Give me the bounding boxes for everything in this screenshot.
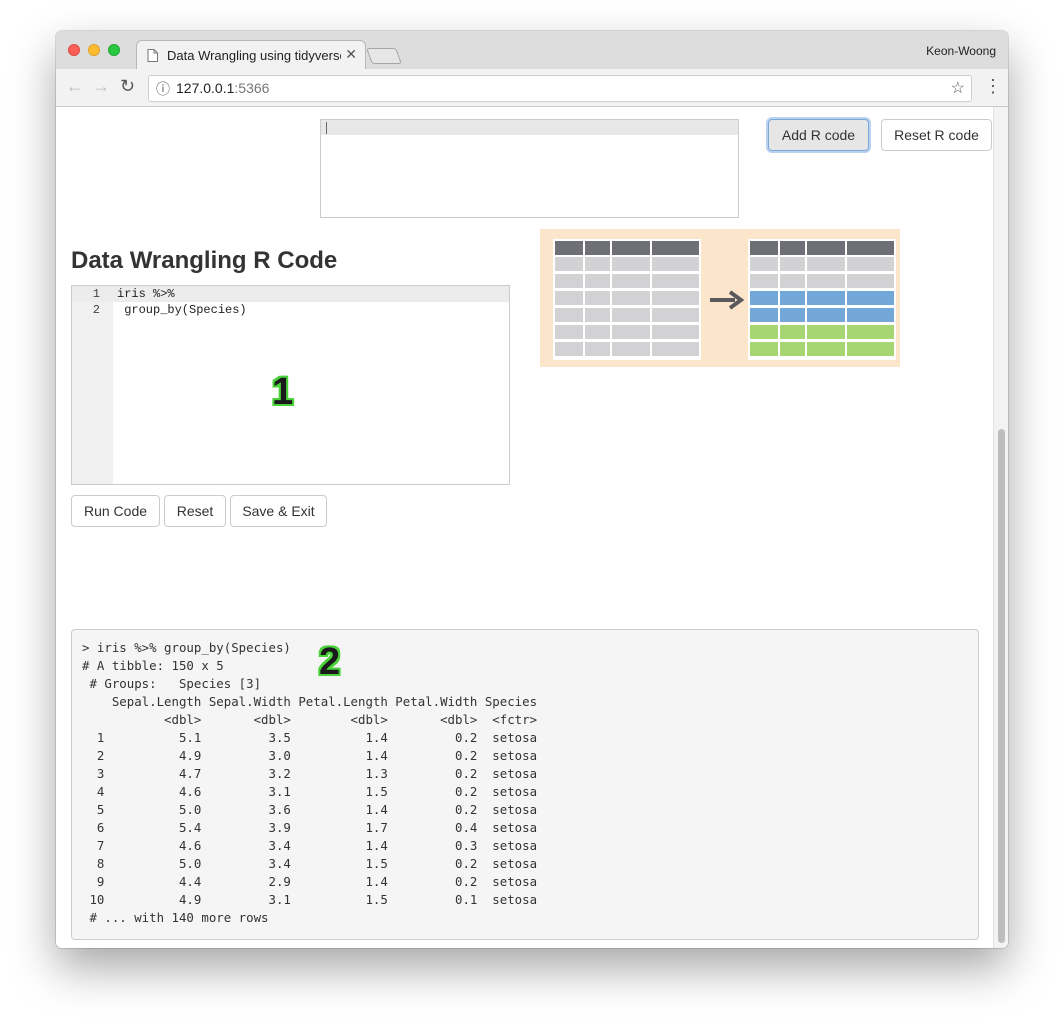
r-code-input-editor[interactable]	[320, 119, 739, 218]
text-cursor	[326, 122, 327, 134]
scrollbar-thumb[interactable]	[998, 429, 1005, 943]
annotation-number-2: 2	[319, 641, 341, 683]
tab-title: Data Wrangling using tidyverse	[167, 48, 341, 63]
browser-window: Data Wrangling using tidyverse ✕ Keon-Wo…	[56, 31, 1008, 948]
browser-tab[interactable]: Data Wrangling using tidyverse ✕	[136, 40, 366, 70]
page-content: Add R code Reset R code Data Wrangling R…	[56, 107, 1008, 948]
arrow-right-icon	[710, 290, 745, 310]
url-text[interactable]: 127.0.0.1:5366	[176, 80, 269, 96]
annotation-number-1: 1	[272, 371, 294, 413]
console-output-text: > iris %>% group_by(Species) # A tibble:…	[82, 640, 538, 925]
reset-button[interactable]: Reset	[164, 495, 226, 527]
page-title: Data Wrangling R Code	[71, 247, 338, 274]
url-host: 127.0.0.1	[176, 80, 235, 96]
code-text: iris %>%	[117, 287, 175, 301]
group-by-illustration	[540, 229, 900, 367]
add-r-code-button[interactable]: Add R code	[768, 119, 869, 151]
page-icon	[147, 49, 158, 62]
code-line[interactable]: 2 group_by(Species)	[72, 302, 509, 318]
bookmark-star-icon[interactable]: ☆	[951, 78, 965, 98]
new-tab-button[interactable]	[366, 48, 402, 64]
group-by-diagram	[553, 239, 896, 360]
zoom-window-button[interactable]	[108, 44, 120, 56]
run-code-button[interactable]: Run Code	[71, 495, 160, 527]
vertical-scrollbar[interactable]	[993, 107, 1008, 948]
code-line[interactable]: 1 iris %>%	[72, 286, 509, 302]
back-icon[interactable]: ←	[66, 76, 84, 97]
url-port: :5366	[234, 80, 270, 96]
title-bar: Data Wrangling using tidyverse ✕ Keon-Wo…	[56, 31, 1008, 70]
reset-r-code-button[interactable]: Reset R code	[881, 119, 992, 151]
reload-icon[interactable]: ↻	[120, 76, 135, 97]
close-tab-icon[interactable]: ✕	[345, 46, 357, 63]
save-exit-button[interactable]: Save & Exit	[230, 495, 327, 527]
minimize-window-button[interactable]	[88, 44, 100, 56]
close-window-button[interactable]	[68, 44, 80, 56]
line-number: 1	[92, 287, 100, 301]
profile-name[interactable]: Keon-Woong	[926, 44, 996, 58]
forward-icon[interactable]: →	[92, 76, 110, 97]
menu-icon[interactable]: ⋮	[984, 76, 1002, 97]
address-bar[interactable]: ⓘ 127.0.0.1:5366 ☆	[148, 75, 972, 102]
line-number: 2	[92, 303, 100, 317]
editor-active-line	[321, 120, 738, 135]
console-output: > iris %>% group_by(Species) # A tibble:…	[71, 629, 979, 940]
code-text: group_by(Species)	[117, 303, 247, 317]
browser-toolbar: ← → ↻ ⓘ 127.0.0.1:5366 ☆ ⋮	[56, 69, 1008, 107]
site-info-icon[interactable]: ⓘ	[156, 79, 170, 99]
ungrouped-table	[553, 239, 701, 360]
grouped-table	[748, 239, 896, 360]
